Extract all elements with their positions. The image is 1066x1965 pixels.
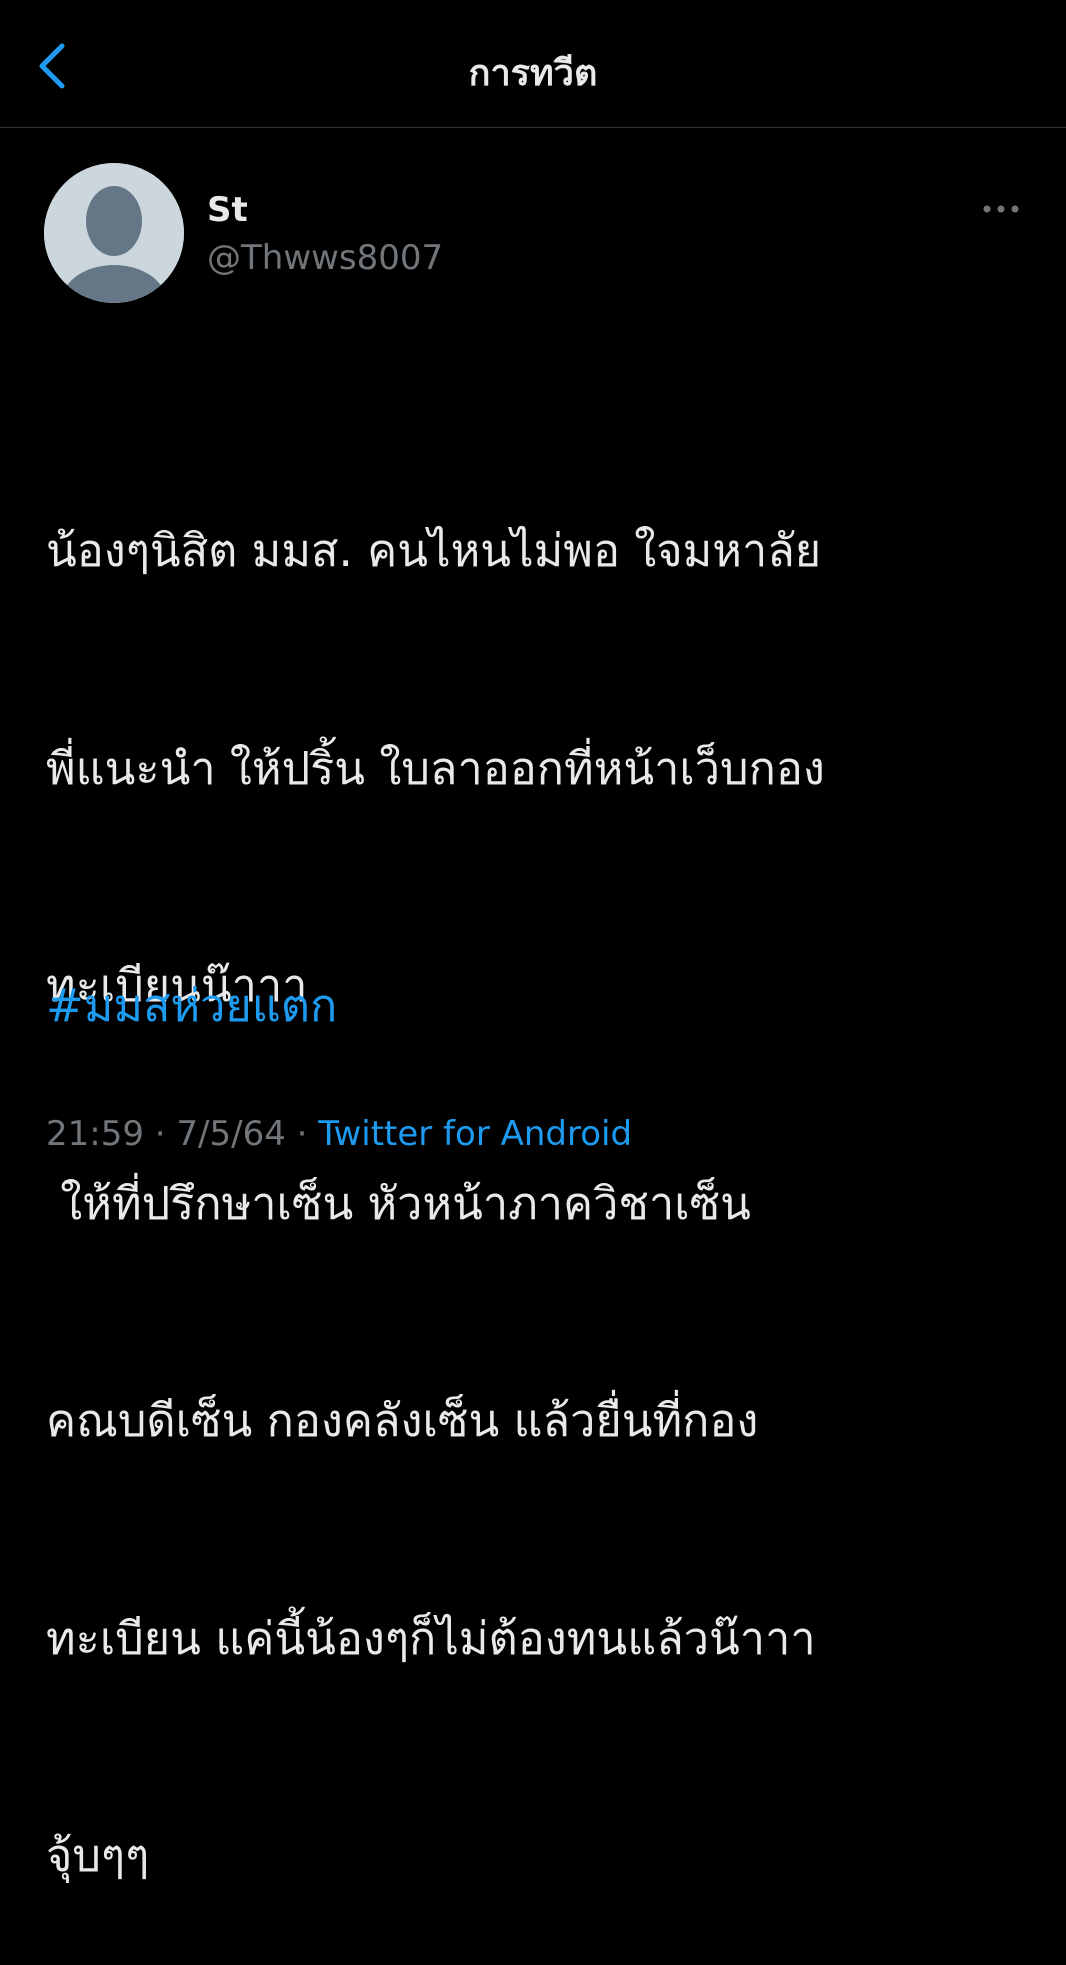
author-handle[interactable]: @Thwws8007: [207, 238, 443, 278]
top-bar: การทวีต: [0, 0, 1066, 128]
tweet-source-link[interactable]: Twitter for Android: [318, 1114, 632, 1154]
meta-separator: ·: [154, 1114, 166, 1154]
more-horizontal-icon: [983, 205, 1019, 213]
page-title: การทวีต: [468, 53, 598, 94]
tweet-text-line: จุ้บๆๆ: [46, 1829, 150, 1882]
author-display-name[interactable]: St: [207, 190, 248, 230]
hashtag-link[interactable]: #มมสห่วยแตก: [46, 970, 337, 1043]
tweet-text-line: น้องๆนิสิต มมส. คนไหนไม่พอ ใจมหาลัย: [46, 524, 822, 577]
more-options-button[interactable]: [975, 195, 1031, 223]
tweet-metadata: 21:59 · 7/5/64 · Twitter for Android: [46, 1114, 632, 1154]
tweet-date: 7/5/64: [176, 1114, 286, 1154]
tweet-text-line: คณบดีเซ็น กองคลังเซ็น แล้วยื่นที่กอง: [46, 1394, 759, 1447]
tweet-text-line: ทะเบียน แค่นี้น้องๆก็ไม่ต้องทนแล้วน๊าาา: [46, 1611, 816, 1665]
tweet-text: น้องๆนิสิต มมส. คนไหนไม่พอ ใจมหาลัย พี่แ…: [46, 370, 1036, 1965]
tweet-text-line: ให้ที่ปรึกษาเซ็น หัวหน้าภาควิชาเซ็น: [46, 1176, 751, 1230]
default-avatar-icon: [44, 163, 184, 303]
tweet-text-line: พี่แนะนำ ให้ปริ้น ใบลาออกที่หน้าเว็บกอง: [46, 741, 825, 795]
meta-separator: ·: [296, 1114, 308, 1154]
tweet-time: 21:59: [46, 1114, 144, 1154]
avatar[interactable]: [44, 163, 184, 303]
